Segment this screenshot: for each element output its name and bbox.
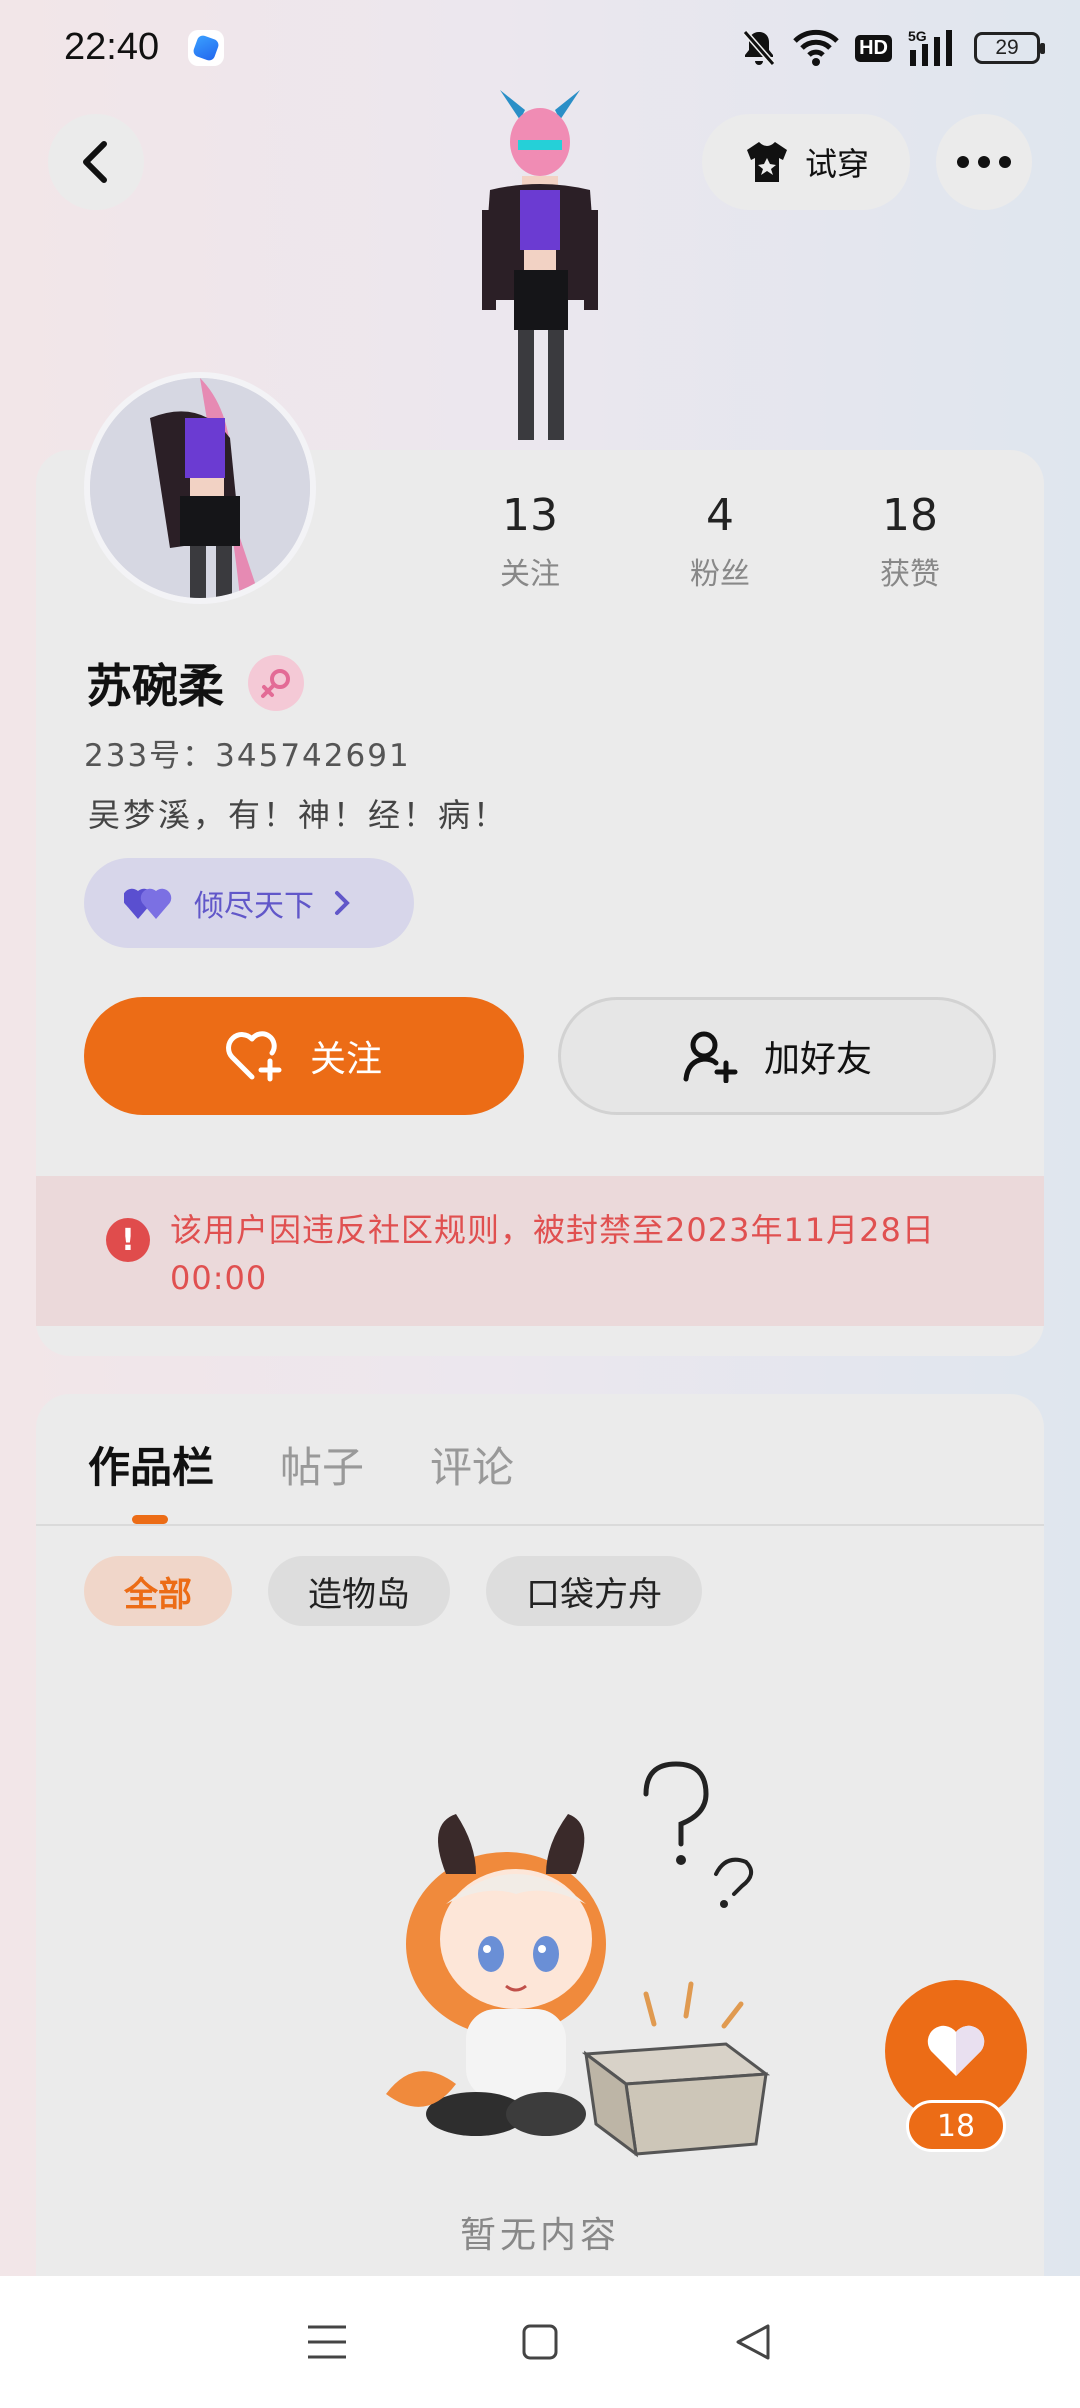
stat-value: 13: [502, 490, 558, 541]
stat-likes[interactable]: 18 获赞: [840, 490, 980, 593]
follow-button[interactable]: 关注: [84, 997, 524, 1115]
profile-stats: 13 关注 4 粉丝 18 获赞: [440, 490, 1000, 593]
ban-notice-text: 该用户因违反社区规则，被封禁至2023年11月28日00:00: [170, 1211, 935, 1297]
back-button[interactable]: [48, 114, 144, 210]
stat-followers[interactable]: 4 粉丝: [650, 490, 790, 593]
user-bio: 吴梦溪，有！神！经！病！: [88, 796, 509, 834]
shirt-icon: [746, 142, 787, 182]
back-icon: [83, 141, 107, 183]
heart-icon: [927, 2025, 985, 2076]
add-friend-button[interactable]: 加好友: [558, 997, 996, 1115]
stat-label: 获赞: [880, 557, 940, 592]
empty-state-text: 暂无内容: [459, 2215, 620, 2256]
female-icon: [248, 655, 304, 711]
stat-label: 粉丝: [690, 557, 750, 592]
mute-icon: [741, 28, 777, 68]
more-icon: [957, 156, 1011, 168]
menu-nav-button[interactable]: [287, 2302, 367, 2382]
ban-notice: ! 该用户因违反社区规则，被封禁至2023年11月28日00:00: [36, 1176, 1044, 1326]
status-bar: 22:40 HD 5G 29: [0, 0, 1080, 96]
username-row: 苏碗柔: [86, 650, 304, 716]
add-friend-label: 加好友: [763, 1039, 872, 1080]
add-user-icon: [683, 1031, 738, 1083]
try-on-label: 试穿: [804, 145, 869, 183]
menu-icon: [307, 2325, 346, 2359]
stat-value: 18: [882, 490, 938, 541]
stat-following[interactable]: 13 关注: [460, 490, 600, 593]
username: 苏碗柔: [86, 659, 224, 713]
signal-icon: 5G: [908, 28, 958, 68]
back-nav-button[interactable]: [713, 2302, 793, 2382]
app-icon: [188, 30, 224, 66]
stat-label: 关注: [500, 557, 560, 592]
try-on-button[interactable]: 试穿: [702, 114, 910, 210]
square-icon: [522, 2324, 558, 2360]
empty-state-illustration: [346, 1754, 806, 2174]
avatar[interactable]: [84, 372, 316, 604]
svg-text:5G: 5G: [908, 28, 927, 44]
chip-all[interactable]: 全部: [84, 1556, 232, 1626]
avatar-3d-figure: [430, 90, 650, 450]
tab-works[interactable]: 作品栏: [88, 1434, 214, 1495]
tab-posts[interactable]: 帖子: [280, 1434, 364, 1495]
triangle-back-icon: [736, 2324, 770, 2360]
stat-value: 4: [706, 490, 734, 541]
tab-comments[interactable]: 评论: [430, 1434, 514, 1495]
more-button[interactable]: [936, 114, 1032, 210]
system-nav-bar: [0, 2276, 1080, 2408]
chevron-right-icon: [335, 891, 350, 915]
home-nav-button[interactable]: [500, 2302, 580, 2382]
guild-badge[interactable]: 倾尽天下: [84, 858, 414, 948]
chip-creation-island[interactable]: 造物岛: [268, 1556, 450, 1626]
chip-pocket-ark[interactable]: 口袋方舟: [486, 1556, 702, 1626]
hd-icon: HD: [855, 34, 892, 62]
active-tab-indicator: [132, 1515, 168, 1524]
user-id: 233号：345742691: [84, 738, 411, 774]
content-card: 作品栏 帖子 评论 全部 造物岛 口袋方舟 暂无内容: [36, 1394, 1044, 2294]
follow-label: 关注: [309, 1039, 382, 1080]
alert-icon: !: [106, 1218, 150, 1262]
filter-chips: 全部 造物岛 口袋方舟: [84, 1556, 702, 1626]
heart-plus-icon: [226, 1031, 282, 1082]
like-count: 18: [906, 2100, 1006, 2152]
guild-name: 倾尽天下: [194, 889, 314, 924]
wifi-icon: [793, 29, 839, 67]
status-time: 22:40: [64, 26, 160, 68]
content-tabs: 作品栏 帖子 评论: [88, 1434, 514, 1495]
double-heart-icon: [124, 888, 172, 919]
status-icons: HD 5G 29: [741, 24, 1045, 72]
tabs-divider: [36, 1524, 1044, 1526]
battery-icon: 29: [974, 32, 1045, 64]
